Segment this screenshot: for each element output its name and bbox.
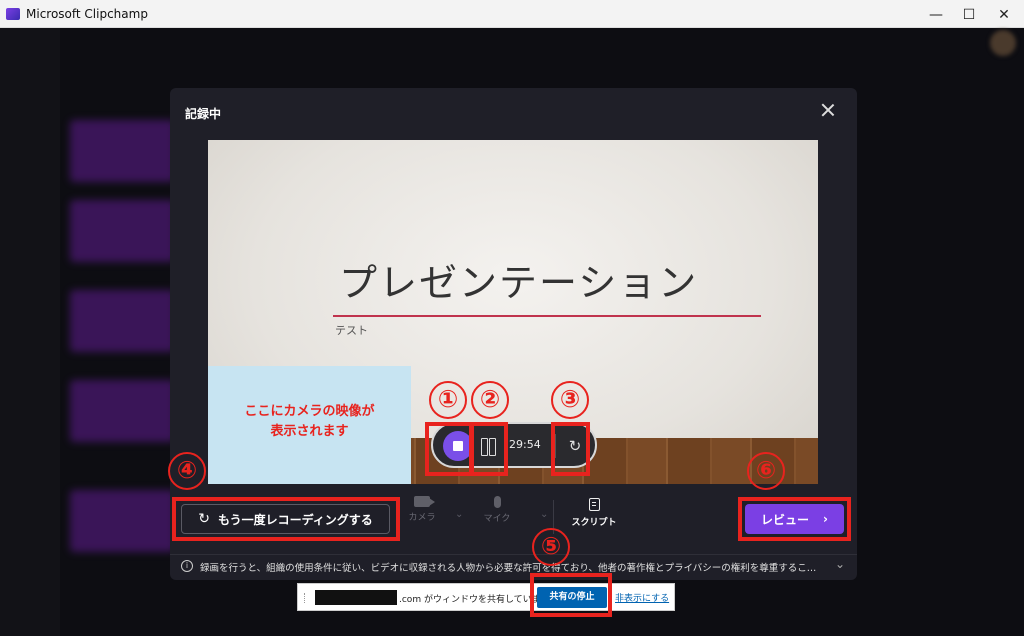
slide-subtitle: テスト bbox=[335, 324, 368, 337]
blurred-template-tile bbox=[70, 290, 175, 352]
microphone-icon bbox=[493, 496, 501, 508]
annotation-number-6: ⑥ bbox=[747, 452, 785, 490]
avatar bbox=[990, 30, 1016, 56]
camera-toggle[interactable]: カメラ bbox=[397, 496, 447, 523]
camera-preview-placeholder: ここにカメラの映像が 表示されます bbox=[208, 366, 411, 484]
annotation-box-rerecord bbox=[172, 497, 400, 541]
camera-icon bbox=[414, 496, 435, 507]
close-icon[interactable] bbox=[820, 102, 836, 118]
annotation-number-4: ④ bbox=[168, 452, 206, 490]
script-button[interactable]: スクリプト bbox=[565, 496, 623, 528]
microphone-toggle[interactable]: マイク bbox=[472, 496, 522, 524]
blurred-template-tile bbox=[70, 380, 175, 442]
clipchamp-app-icon bbox=[6, 8, 20, 20]
annotation-box-restart bbox=[551, 422, 590, 476]
info-icon: i bbox=[181, 560, 193, 572]
annotation-box-stop-sharing bbox=[530, 573, 612, 617]
microphone-dropdown-icon[interactable]: ⌄ bbox=[540, 509, 548, 520]
annotation-number-1: ① bbox=[429, 381, 467, 419]
drag-handle-icon[interactable] bbox=[304, 593, 306, 603]
dialog-title: 記録中 bbox=[185, 107, 222, 121]
blurred-template-tile bbox=[70, 200, 175, 262]
redacted-domain bbox=[315, 590, 397, 605]
camera-placeholder-line1: ここにカメラの映像が bbox=[244, 404, 375, 419]
consent-notice: i 録画を行うと、組織の使用条件に従い、ビデオに収録される人物から必要な許可を得… bbox=[170, 554, 857, 576]
microphone-label: マイク bbox=[483, 514, 511, 524]
annotation-number-3: ③ bbox=[551, 381, 589, 419]
hide-link[interactable]: 非表示にする bbox=[615, 591, 669, 604]
slide-title: プレゼンテーション bbox=[339, 261, 699, 305]
annotation-box-pause bbox=[470, 422, 508, 476]
camera-placeholder-line2: 表示されます bbox=[270, 424, 349, 439]
document-icon bbox=[588, 498, 600, 511]
window-close-button[interactable]: ✕ bbox=[984, 4, 1024, 26]
expand-icon[interactable]: ⌄ bbox=[835, 557, 845, 571]
slide-divider bbox=[333, 315, 761, 317]
blurred-template-tile bbox=[70, 120, 175, 182]
blurred-template-tile bbox=[70, 490, 175, 552]
window-titlebar: Microsoft Clipchamp — ☐ ✕ bbox=[0, 0, 1024, 28]
maximize-button[interactable]: ☐ bbox=[949, 4, 989, 26]
annotation-box-stop bbox=[425, 422, 473, 476]
window-title: Microsoft Clipchamp bbox=[26, 7, 148, 21]
sharing-notification-bar: .com がウィンドウを共有しています。 共有の停止 非表示にする bbox=[297, 583, 675, 611]
annotation-box-review bbox=[738, 497, 851, 541]
camera-dropdown-icon[interactable]: ⌄ bbox=[455, 509, 463, 520]
annotation-number-5: ⑤ bbox=[532, 528, 570, 566]
script-label: スクリプト bbox=[571, 518, 617, 528]
recording-timer: 29:54 bbox=[509, 438, 541, 451]
sidebar-blurred bbox=[0, 28, 60, 636]
consent-notice-text: 録画を行うと、組織の使用条件に従い、ビデオに収録される人物から必要な許可を得てお… bbox=[200, 563, 822, 574]
annotation-number-2: ② bbox=[471, 381, 509, 419]
camera-label: カメラ bbox=[408, 513, 436, 523]
